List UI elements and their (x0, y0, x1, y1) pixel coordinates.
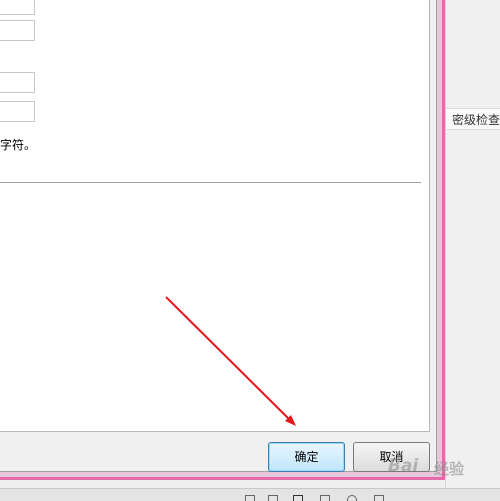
hint-text: 字符。 (0, 138, 37, 152)
view-icon[interactable] (293, 495, 303, 501)
text-field[interactable] (0, 101, 35, 122)
view-icon[interactable] (374, 495, 384, 501)
view-icon[interactable] (245, 495, 255, 501)
status-bar (0, 488, 500, 501)
dialog-window: 字符。 确定 取消 (0, 0, 445, 480)
text-field[interactable] (0, 0, 35, 15)
ok-button[interactable]: 确定 (268, 442, 345, 472)
view-icon[interactable] (320, 495, 330, 501)
view-icon[interactable] (268, 495, 278, 501)
settings-panel: 字符。 (0, 0, 430, 432)
text-field[interactable] (0, 20, 35, 41)
separator (0, 182, 421, 184)
text-field[interactable] (0, 72, 35, 93)
cancel-button[interactable]: 取消 (353, 442, 430, 472)
side-panel: 密级检查 (445, 0, 500, 490)
view-icon[interactable] (347, 495, 357, 501)
dialog-body: 字符。 确定 取消 (0, 0, 437, 472)
tab-security-check[interactable]: 密级检查 (446, 108, 500, 130)
